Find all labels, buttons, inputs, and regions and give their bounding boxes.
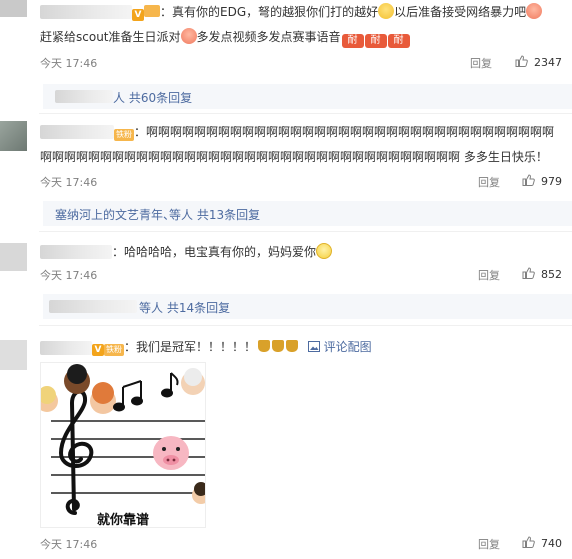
avatar[interactable] <box>0 121 27 151</box>
reply-button[interactable]: 回复 <box>478 267 500 283</box>
like-count: 979 <box>541 175 562 188</box>
timestamp: 今天 17:46 <box>40 57 98 70</box>
comment-text-line2: 赶紧给scout准备生日派对 多发点视频多发点赛事语音耐耐耐 <box>40 27 570 48</box>
divider <box>39 325 572 326</box>
emoji-icon <box>526 3 543 19</box>
like-count: 740 <box>541 537 562 550</box>
reply-thread-link[interactable]: 人 共60条回复 <box>113 89 192 106</box>
fan-badge-icon: 铁粉 <box>104 344 124 356</box>
sticker-icon: 耐 <box>341 34 364 48</box>
thumbs-up-icon <box>515 55 528 67</box>
v-badge-icon: V <box>92 344 104 356</box>
thumbs-up-icon <box>522 536 535 548</box>
fan-badge-icon: 铁粉 <box>114 129 134 141</box>
trophy-icon <box>286 340 299 352</box>
reply-thread-box[interactable]: 人 共60条回复 <box>43 84 572 109</box>
emoji-icon <box>378 3 395 19</box>
comment-text: V ：真有你的EDG，弩的越狠你们打的越好 以后准备接受网络暴力吧 <box>40 2 570 22</box>
reply-button[interactable]: 回复 <box>470 55 492 71</box>
comment-text: 铁粉 ：啊啊啊啊啊啊啊啊啊啊啊啊啊啊啊啊啊啊啊啊啊啊啊啊啊啊啊啊啊啊啊啊啊啊 <box>114 125 555 141</box>
reply-user[interactable] <box>49 300 137 313</box>
reply-user[interactable] <box>55 90 113 103</box>
meme-drawing <box>41 364 205 515</box>
trophy-icon <box>258 340 271 352</box>
like-button[interactable]: 852 <box>522 267 562 281</box>
reply-thread-link[interactable]: 等人 共13条回复 <box>169 206 260 223</box>
comment-text: V 铁粉 ：我们是冠军！！！！！ 评论配图 <box>40 337 570 357</box>
reply-user[interactable]: 塞纳河上的文艺青年、 <box>55 206 175 223</box>
reply-thread-link[interactable]: 等人 共14条回复 <box>139 299 230 316</box>
comment-text-line2: 啊啊啊啊啊啊啊啊啊啊啊啊啊啊啊啊啊啊啊啊啊啊啊啊啊啊啊啊啊啊啊啊啊啊啊 多多生日… <box>40 150 548 164</box>
avatar[interactable] <box>0 243 27 271</box>
emoji-icon <box>180 28 197 44</box>
timestamp: 今天 17:46 <box>40 176 98 189</box>
reply-button[interactable]: 回复 <box>478 536 500 552</box>
timestamp: 今天 17:46 <box>40 269 98 282</box>
timestamp: 今天 17:46 <box>40 538 98 551</box>
divider <box>39 231 572 232</box>
image-icon <box>307 341 320 352</box>
comment-image[interactable]: 就你靠谱 <box>40 362 206 528</box>
trophy-icon <box>272 340 285 352</box>
like-button[interactable]: 979 <box>522 174 562 188</box>
emoji-icon <box>316 243 333 259</box>
reply-thread-box[interactable]: 等人 共14条回复 <box>43 294 572 319</box>
like-count: 2347 <box>534 56 562 69</box>
avatar[interactable] <box>0 0 27 17</box>
sticker-icon: 耐 <box>387 34 410 48</box>
like-count: 852 <box>541 268 562 281</box>
thumbs-up-icon <box>522 174 535 186</box>
fan-badge-icon <box>144 5 160 17</box>
avatar[interactable] <box>0 340 27 370</box>
divider <box>39 113 572 114</box>
thumbs-up-icon <box>522 267 535 279</box>
sticker-icon: 耐 <box>364 34 387 48</box>
v-badge-icon: V <box>132 9 144 21</box>
comment-text: ：哈哈哈哈，电宝真有你的，妈妈爱你 <box>40 242 570 262</box>
like-button[interactable]: 2347 <box>515 55 562 69</box>
like-button[interactable]: 740 <box>522 536 562 550</box>
image-caption: 就你靠谱 <box>96 513 149 528</box>
reply-button[interactable]: 回复 <box>478 174 500 190</box>
comment-image-link[interactable]: 评论配图 <box>307 340 372 354</box>
reply-thread-box[interactable]: 塞纳河上的文艺青年、 等人 共13条回复 <box>43 201 572 226</box>
